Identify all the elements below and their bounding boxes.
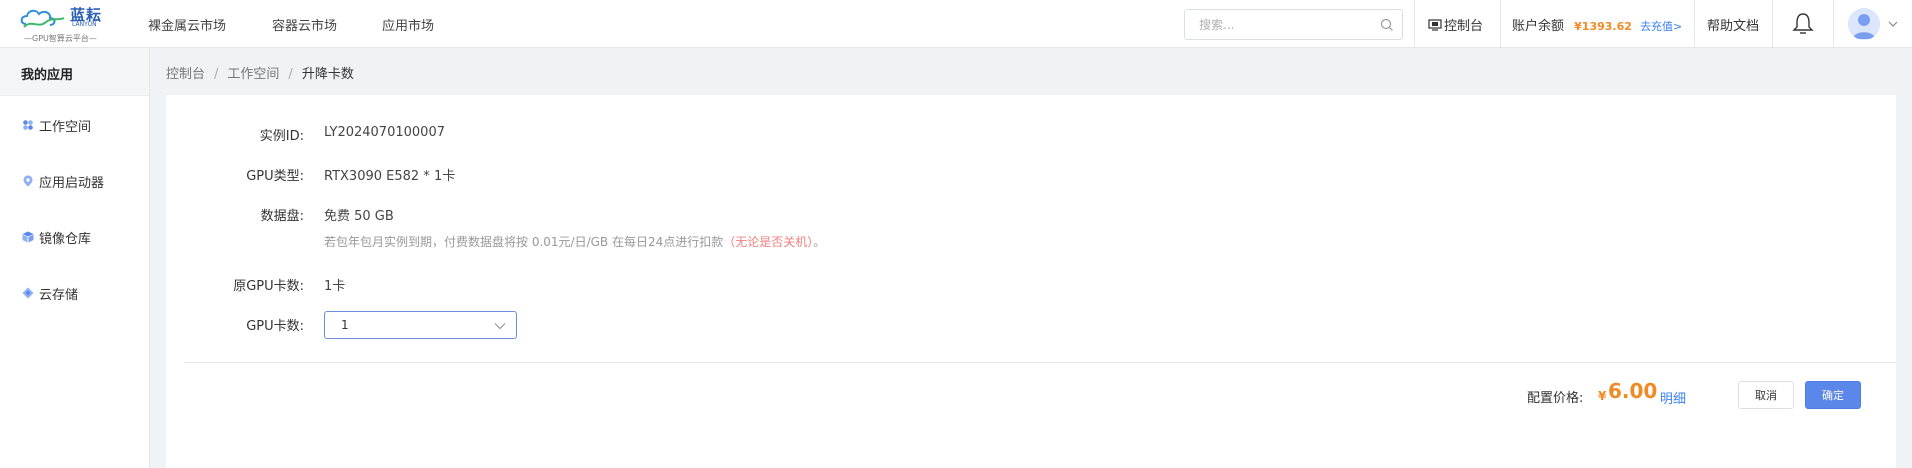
balance-value: ¥1393.62 [1574, 20, 1632, 33]
logo-subtitle: —GPU智算云平台— [24, 34, 97, 43]
sidebar-item-cloud-storage[interactable]: 云存储 [0, 275, 149, 311]
bell-icon[interactable] [1792, 12, 1814, 36]
price-currency: ¥ [1598, 389, 1607, 403]
header-divider [1414, 0, 1415, 48]
breadcrumb-current: 升降卡数 [301, 67, 354, 82]
orig-gpu-value: 1卡 [324, 279, 346, 294]
orig-gpu-label: 原GPU卡数: [233, 279, 304, 294]
sidebar-item-app-launcher[interactable]: 应用启动器 [0, 163, 149, 199]
confirm-button[interactable]: 确定 [1805, 381, 1861, 409]
note-end: 。 [813, 235, 826, 249]
chevron-down-icon [494, 323, 506, 330]
gpu-type-label: GPU类型: [246, 169, 304, 184]
gpu-count-row: GPU卡数: [166, 315, 1166, 335]
console-link[interactable]: 控制台 [1428, 15, 1483, 34]
gpu-count-select[interactable]: 1 [324, 311, 517, 339]
data-disk-note: 若包年包月实例到期，付费数据盘将按 0.01元/日/GB 在每日24点进行扣款（… [324, 233, 825, 250]
account-balance: 账户余额 ¥1393.62 去充值> [1512, 15, 1682, 34]
gpu-type-row: GPU类型: RTX3090 E582 * 1卡 [166, 165, 1166, 185]
price-value: 6.00 [1608, 379, 1658, 403]
instance-id-label: 实例ID: [259, 129, 304, 144]
sidebar: 我的应用 工作空间 应用启动器 镜像仓库 云存储 [0, 48, 150, 468]
data-disk-row: 数据盘: 免费 50 GB [166, 205, 1166, 225]
orig-gpu-row: 原GPU卡数: 1卡 [166, 275, 1166, 295]
sidebar-item-label: 云存储 [39, 287, 79, 303]
image-repo-icon [22, 231, 34, 243]
header-divider [1500, 0, 1501, 48]
sidebar-item-label: 工作空间 [39, 119, 92, 135]
search-icon[interactable] [1380, 18, 1394, 32]
sidebar-item-image-repo[interactable]: 镜像仓库 [0, 219, 149, 255]
monitor-icon [1428, 19, 1442, 31]
instance-id-row: 实例ID: LY2024070100007 [166, 125, 1166, 145]
console-label: 控制台 [1444, 19, 1484, 34]
instance-id-value: LY2024070100007 [324, 125, 445, 140]
header-divider [1833, 0, 1834, 48]
breadcrumb-workspace[interactable]: 工作空间 [227, 67, 279, 82]
nav-container-market[interactable]: 容器云市场 [272, 15, 337, 34]
sidebar-title: 我的应用 [0, 48, 149, 96]
breadcrumb-console[interactable]: 控制台 [166, 67, 205, 82]
data-disk-value: 免费 50 GB [324, 209, 394, 224]
chevron-down-icon[interactable] [1888, 20, 1898, 28]
nav-app-market[interactable]: 应用市场 [382, 15, 434, 34]
top-header: 蓝耘 LANYUN —GPU智算云平台— 裸金属云市场 容器云市场 应用市场 控… [0, 0, 1912, 48]
divider [184, 362, 1896, 363]
sidebar-item-label: 镜像仓库 [39, 231, 92, 247]
search-input[interactable] [1185, 10, 1365, 39]
note-warning: （无论是否关机） [723, 235, 814, 249]
logo[interactable]: 蓝耘 LANYUN —GPU智算云平台— [18, 4, 108, 44]
search-box [1184, 9, 1403, 40]
breadcrumb-separator: / [288, 67, 293, 82]
balance-label: 账户余额 [1512, 19, 1565, 34]
help-docs-link[interactable]: 帮助文档 [1707, 15, 1759, 34]
workspace-icon [23, 120, 33, 130]
header-divider [1772, 0, 1773, 48]
recharge-link[interactable]: 去充值> [1640, 20, 1682, 33]
gpu-count-label: GPU卡数: [246, 319, 304, 334]
sidebar-item-label: 应用启动器 [39, 175, 105, 191]
price-label: 配置价格: [1527, 391, 1584, 406]
header-divider [1694, 0, 1695, 48]
gpu-type-value: RTX3090 E582 * 1卡 [324, 169, 456, 184]
sidebar-item-workspace[interactable]: 工作空间 [0, 107, 149, 143]
app-launcher-icon [23, 175, 33, 187]
note-text: 若包年包月实例到期，付费数据盘将按 0.01元/日/GB 在每日24点进行扣款 [324, 235, 724, 249]
cloud-logo-icon [20, 9, 65, 28]
cloud-storage-icon [22, 287, 34, 299]
nav-bare-metal-market[interactable]: 裸金属云市场 [148, 15, 226, 34]
breadcrumb-separator: / [214, 67, 219, 82]
logo-subtitle-en: LANYUN [72, 21, 97, 28]
breadcrumb: 控制台 / 工作空间 / 升降卡数 [166, 63, 354, 82]
user-icon [1853, 14, 1875, 39]
price-detail-link[interactable]: 明细 [1660, 388, 1686, 407]
gpu-count-selected-value: 1 [341, 318, 349, 332]
avatar[interactable] [1848, 8, 1880, 40]
data-disk-label: 数据盘: [260, 209, 304, 224]
cancel-button[interactable]: 取消 [1738, 381, 1794, 409]
resize-gpu-form: 实例ID: LY2024070100007 GPU类型: RTX3090 E58… [166, 95, 1896, 468]
